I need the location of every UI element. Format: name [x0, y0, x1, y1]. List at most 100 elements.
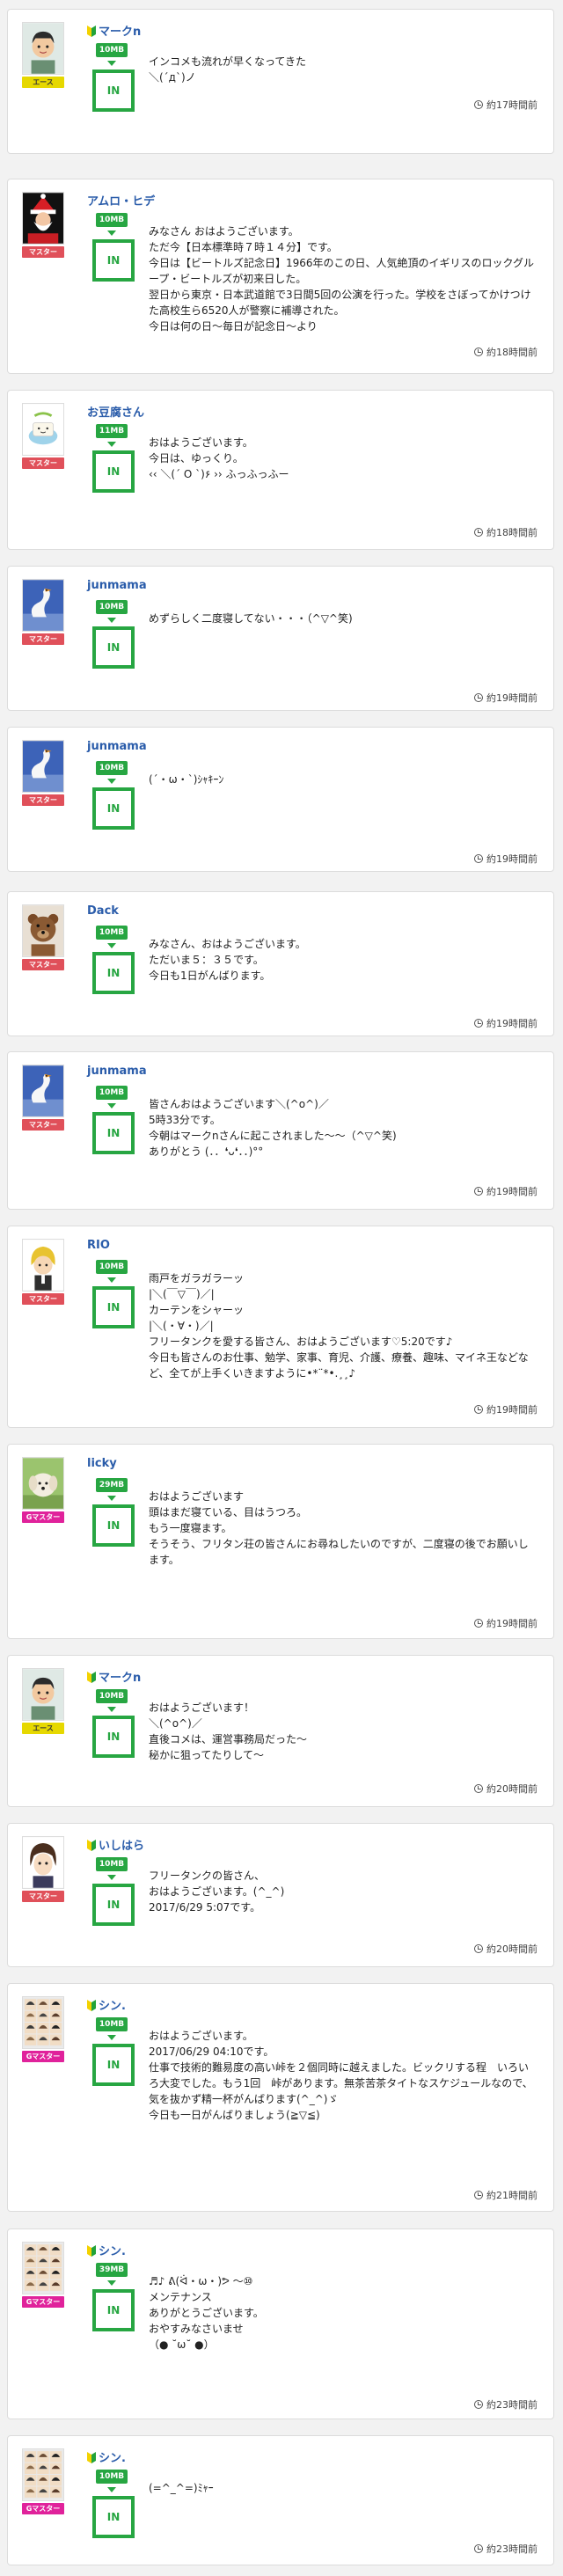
avatar[interactable]: [22, 1065, 64, 1117]
post-timestamp[interactable]: 約19時間前: [474, 1016, 537, 1030]
username-text[interactable]: マークn: [99, 26, 141, 39]
in-label: IN: [106, 641, 121, 654]
clock-icon: [474, 1944, 483, 1953]
username-text[interactable]: シン.: [99, 2000, 126, 2013]
in-label: IN: [106, 802, 121, 815]
avatar[interactable]: [22, 2448, 64, 2501]
rank-badge: エース: [22, 1723, 64, 1734]
post-timestamp[interactable]: 約17時間前: [474, 98, 537, 112]
username-text[interactable]: お豆腐さん: [87, 406, 144, 420]
avatar[interactable]: [22, 2242, 64, 2294]
username-link[interactable]: junmama: [87, 1065, 147, 1078]
comment-text: みなさん、おはようございます。 ただいま５：３５です。 今日も1日がんばります。: [149, 938, 306, 982]
username-link[interactable]: お豆腐さん: [87, 403, 144, 420]
post-timestamp[interactable]: 約18時間前: [474, 345, 537, 359]
data-amount-tag: 10MB: [96, 1260, 128, 1274]
clock-icon: [474, 1784, 483, 1793]
clock-icon: [474, 528, 483, 537]
avatar[interactable]: [22, 904, 64, 957]
post-card: Gマスター シン. 10MB IN (=^_^=)ﾐｬｰ 約23時間前: [7, 2435, 554, 2565]
in-tank-icon: IN: [92, 1504, 135, 1547]
avatar[interactable]: [22, 740, 64, 793]
in-tank-icon: IN: [92, 2044, 135, 2086]
username-text[interactable]: シン.: [99, 2452, 126, 2465]
down-arrow-icon: [107, 1707, 116, 1712]
in-label: IN: [106, 254, 121, 267]
username-link[interactable]: licky: [87, 1457, 117, 1470]
post-timestamp[interactable]: 約21時間前: [474, 2188, 537, 2202]
username-link[interactable]: シン.: [87, 2242, 126, 2258]
username-text[interactable]: licky: [87, 1457, 117, 1470]
username-text[interactable]: いしはら: [99, 1840, 144, 1853]
avatar[interactable]: [22, 579, 64, 632]
username-text[interactable]: マークn: [99, 1672, 141, 1685]
post-timestamp[interactable]: 約19時間前: [474, 1402, 537, 1416]
comment-text: (´・ω・`)ｼｬｷｰﾝ: [149, 773, 224, 786]
post-timestamp[interactable]: 約19時間前: [474, 691, 537, 705]
post-card: マスター junmama 10MB IN めずらしく二度寝してない・・・（^▽^笑) 約1…: [7, 566, 554, 711]
timestamp-text: 約17時間前: [486, 99, 537, 111]
username-link[interactable]: アムロ・ヒデ: [87, 192, 155, 209]
comment-text: 皆さんおはようございます＼(^o^)／ 5時33分です。 今朝はマークnさんに起…: [149, 1098, 397, 1158]
username-text[interactable]: RIO: [87, 1239, 110, 1252]
username-link[interactable]: Dack: [87, 904, 119, 918]
avatar[interactable]: [22, 1239, 64, 1292]
post-timestamp[interactable]: 約19時間前: [474, 1616, 537, 1630]
rank-badge: マスター: [22, 246, 64, 258]
avatar[interactable]: [22, 1668, 64, 1721]
post-timestamp[interactable]: 約20時間前: [474, 1942, 537, 1956]
username-link[interactable]: junmama: [87, 579, 147, 592]
post-timestamp[interactable]: 約23時間前: [474, 2542, 537, 2556]
in-label: IN: [106, 84, 121, 97]
comment-text: ♬♪ ᕕ(ᐛ・ω・)ᕗ 〜⑩ メンテナンス ありがとうございます。 おやすみなさ…: [149, 2275, 264, 2351]
avatar[interactable]: [22, 1996, 64, 2049]
rank-badge: マスター: [22, 959, 64, 970]
comment-text: めずらしく二度寝してない・・・（^▽^笑): [149, 612, 353, 625]
rank-badge: マスター: [22, 1891, 64, 1902]
username-link[interactable]: シン.: [87, 2448, 126, 2465]
post-card: マスター junmama 10MB IN 皆さんおはようございます＼(^o^)／ 5時3…: [7, 1051, 554, 1210]
comment-text: みなさん おはようございます。 ただ今【日本標準時７時１４分】です。 今日は【ビ…: [149, 225, 535, 333]
avatar[interactable]: [22, 403, 64, 456]
comment-text: おはようございます。 2017/06/29 04:10です。 仕事で技術的難易度…: [149, 2030, 533, 2121]
username-link[interactable]: いしはら: [87, 1836, 144, 1853]
username-text[interactable]: Dack: [87, 904, 119, 918]
data-amount-tag: 11MB: [96, 424, 128, 438]
in-tank-icon: IN: [92, 952, 135, 994]
username-link[interactable]: マークn: [87, 22, 141, 39]
post-timestamp[interactable]: 約18時間前: [474, 525, 537, 539]
avatar[interactable]: [22, 22, 64, 75]
comment-text: (=^_^=)ﾐｬｰ: [149, 2482, 214, 2494]
beginner-leaf-icon: [87, 1672, 96, 1683]
avatar[interactable]: [22, 192, 64, 245]
comment-text: おはようございます！ ＼(^o^)／ 直後コメは、運営事務局だった～ 秘かに狙っ…: [149, 1701, 308, 1761]
avatar[interactable]: [22, 1457, 64, 1510]
down-arrow-icon: [107, 61, 116, 66]
username-text[interactable]: アムロ・ヒデ: [87, 195, 155, 209]
data-amount-tag: 10MB: [96, 1689, 128, 1703]
down-arrow-icon: [107, 442, 116, 447]
username-link[interactable]: RIO: [87, 1239, 110, 1252]
comment-text: 雨戸をガラガラーッ |＼(￣▽￣)／| カーテンをシャーッ |＼(・∀・)／| …: [149, 1272, 529, 1379]
post-timestamp[interactable]: 約23時間前: [474, 2397, 537, 2411]
post-card: Gマスター licky 29MB IN おはようございます 頭はまだ寝ている、目はうつろ…: [7, 1444, 554, 1639]
post-card: マスター Dack 10MB IN みなさん、おはようございます。 ただいま５：３５です…: [7, 891, 554, 1036]
post-card: マスター アムロ・ヒデ 10MB IN みなさん おはようございます。 ただ今【日本標準…: [7, 179, 554, 374]
username-text[interactable]: junmama: [87, 740, 147, 753]
username-link[interactable]: マークn: [87, 1668, 141, 1685]
username-link[interactable]: シン.: [87, 1996, 126, 2013]
post-timestamp[interactable]: 約19時間前: [474, 1184, 537, 1198]
down-arrow-icon: [107, 2280, 116, 2286]
post-timestamp[interactable]: 約20時間前: [474, 1782, 537, 1796]
in-tank-icon: IN: [92, 1286, 135, 1328]
avatar[interactable]: [22, 1836, 64, 1889]
timestamp-text: 約18時間前: [486, 347, 537, 358]
username-text[interactable]: junmama: [87, 1065, 147, 1078]
username-link[interactable]: junmama: [87, 740, 147, 753]
rank-badge: マスター: [22, 633, 64, 645]
username-text[interactable]: junmama: [87, 579, 147, 592]
username-text[interactable]: シン.: [99, 2245, 126, 2258]
post-card: エース マークn 10MB IN インコメも流れが早くなってきた ＼(´д`)ノ 約17時…: [7, 9, 554, 154]
in-tank-icon: IN: [92, 787, 135, 830]
post-timestamp[interactable]: 約19時間前: [474, 852, 537, 866]
